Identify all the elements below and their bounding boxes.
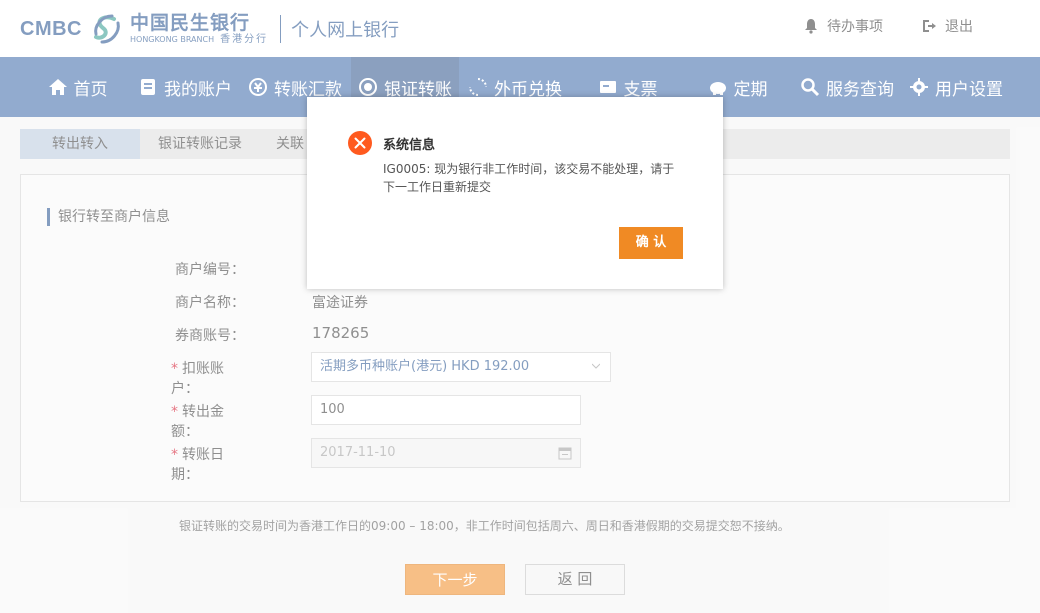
modal-overlay	[0, 0, 1040, 613]
dialog-title: 系统信息	[383, 138, 436, 153]
dialog-message: IG0005: 现为银行非工作时间，该交易不能处理，请于下一工作日重新提交	[383, 162, 675, 194]
system-info-dialog: 系统信息 IG0005: 现为银行非工作时间，该交易不能处理，请于下一工作日重新…	[307, 97, 723, 289]
error-icon	[348, 131, 372, 155]
confirm-button[interactable]: 确 认	[619, 227, 683, 259]
